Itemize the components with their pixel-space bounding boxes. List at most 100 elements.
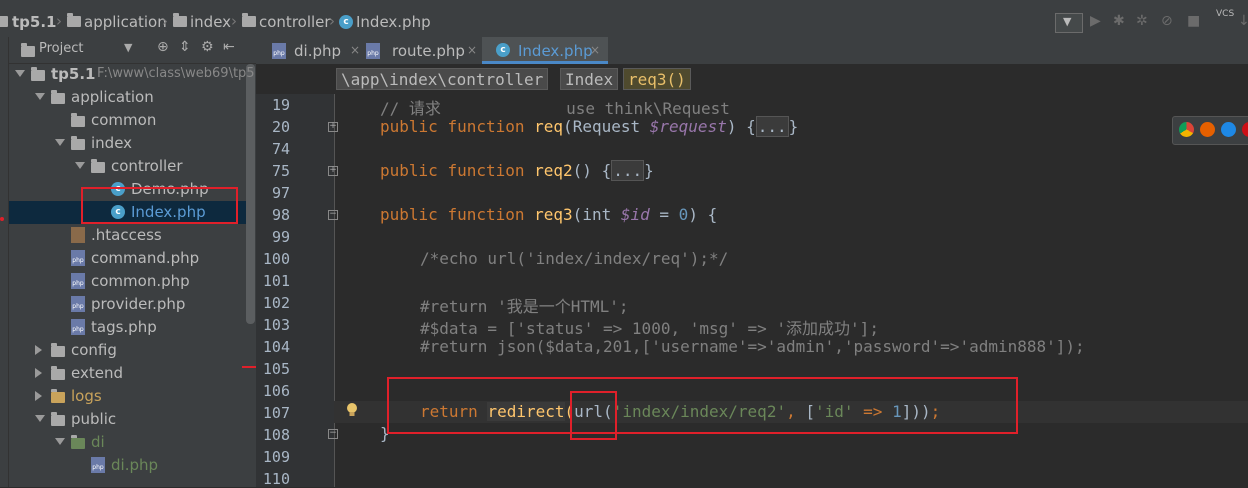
locate-icon[interactable]: ⊕	[157, 39, 169, 55]
coverage-icon[interactable]: ✲	[1136, 13, 1148, 29]
tree-item-label: common.php	[91, 272, 190, 290]
line-number[interactable]: 104	[256, 338, 290, 356]
line-number[interactable]: 20	[256, 118, 290, 136]
fold-collapse-icon[interactable]: −	[328, 210, 338, 220]
chrome-icon[interactable]	[1179, 122, 1194, 137]
fold-expand-icon[interactable]: +	[328, 166, 338, 176]
tree-item[interactable]: extend	[9, 362, 246, 385]
fold-expand-icon[interactable]: +	[328, 122, 338, 132]
chevron-down-icon[interactable]	[55, 139, 65, 146]
breadcrumb-class[interactable]: Index	[560, 68, 619, 90]
firefox-icon[interactable]	[1200, 122, 1215, 137]
chevron-down-icon[interactable]	[35, 415, 45, 422]
function-name: req2	[534, 161, 573, 180]
separator-icon: ›	[231, 12, 237, 30]
tree-item[interactable]: php command.php	[9, 247, 246, 270]
function-name: req3	[534, 205, 573, 224]
chevron-right-icon[interactable]	[35, 345, 42, 355]
comment: #$data = ['status' => 1000, 'msg' => '添加…	[420, 319, 879, 338]
code-line-19[interactable]: // 请求 use think\Request	[340, 95, 730, 119]
close-icon[interactable]: ×	[467, 43, 477, 57]
tree-item[interactable]: .htaccess	[9, 224, 246, 247]
tree-item[interactable]: config	[9, 339, 246, 362]
chevron-down-icon[interactable]	[35, 93, 45, 100]
code-line-108[interactable]: }	[340, 424, 390, 443]
fold-collapse-icon[interactable]: −	[328, 429, 338, 439]
close-icon[interactable]: ×	[590, 43, 600, 57]
tree-item[interactable]: php provider.php	[9, 293, 246, 316]
nav-crumb-index[interactable]: index	[190, 13, 231, 31]
line-number[interactable]: 97	[256, 184, 290, 202]
line-number[interactable]: 109	[256, 448, 290, 466]
line-number[interactable]: 106	[256, 382, 290, 400]
tree-item[interactable]: application	[9, 86, 246, 109]
project-panel-title[interactable]: Project	[39, 41, 83, 56]
folded-code[interactable]: ...	[611, 160, 645, 181]
tree-item[interactable]: index	[9, 132, 246, 155]
tree-item[interactable]: public	[9, 408, 246, 431]
project-scrollbar[interactable]	[246, 64, 255, 324]
code-line-98[interactable]: public function req3(int $id = 0) {	[340, 205, 717, 224]
chevron-down-icon[interactable]: ▼	[124, 41, 132, 54]
line-number[interactable]: 74	[256, 140, 290, 158]
nav-crumb-controller[interactable]: controller	[259, 13, 331, 31]
tree-item[interactable]: php common.php	[9, 270, 246, 293]
chevron-down-icon[interactable]	[75, 162, 85, 169]
line-number[interactable]: 107	[256, 404, 290, 422]
tab-route-php[interactable]: php route.php ×	[366, 37, 484, 64]
code-line-102[interactable]: #return '我是一个HTML';	[340, 293, 629, 317]
tree-item[interactable]: controller	[9, 155, 246, 178]
hide-panel-icon[interactable]: ⇤	[223, 39, 235, 55]
code-line-104[interactable]: #return json($data,201,['username'=>'adm…	[340, 337, 1085, 356]
code-line-75[interactable]: public function req2() {...}	[340, 160, 654, 181]
breadcrumb-method[interactable]: req3()	[623, 68, 691, 90]
line-number[interactable]: 75	[256, 162, 290, 180]
tree-item[interactable]: tp5.1 F:\www\class\web69\tp5	[9, 63, 255, 86]
tab-di-php[interactable]: php di.php ×	[266, 37, 366, 64]
chevron-down-icon[interactable]	[55, 438, 65, 445]
vcs-update-icon[interactable]: ↓	[1238, 13, 1248, 29]
chevron-right-icon[interactable]	[35, 391, 42, 401]
close-icon[interactable]: ×	[350, 43, 360, 57]
tab-index-php[interactable]: c Index.php ×	[482, 37, 608, 64]
line-number[interactable]: 108	[256, 426, 290, 444]
breadcrumb-namespace[interactable]: \app\index\controller	[336, 68, 549, 90]
opera-icon[interactable]	[1242, 122, 1248, 137]
chevron-right-icon[interactable]	[35, 368, 42, 378]
nav-crumb-file[interactable]: Index.php	[356, 13, 431, 31]
tab-label: route.php	[392, 42, 465, 60]
line-number[interactable]: 100	[256, 250, 290, 268]
profile-icon[interactable]: ⊘	[1161, 13, 1173, 29]
nav-crumb-application[interactable]: application	[84, 13, 167, 31]
run-config-dropdown[interactable]: ▼	[1055, 13, 1083, 33]
line-number[interactable]: 98	[256, 206, 290, 224]
safari-icon[interactable]	[1221, 122, 1236, 137]
line-number[interactable]: 105	[256, 360, 290, 378]
collapse-all-icon[interactable]: ⇕	[179, 39, 191, 55]
tree-item-label: config	[71, 341, 117, 359]
line-number[interactable]: 99	[256, 228, 290, 246]
tree-item[interactable]: logs	[9, 385, 246, 408]
code-line-103[interactable]: #$data = ['status' => 1000, 'msg' => '添加…	[340, 315, 879, 339]
code-line-20[interactable]: public function req(Request $request) {.…	[340, 116, 798, 137]
stop-icon[interactable]: ■	[1187, 13, 1200, 29]
tree-item[interactable]: common	[9, 109, 246, 132]
code-line-100[interactable]: /*echo url('index/index/req');*/	[340, 249, 728, 268]
line-number[interactable]: 102	[256, 294, 290, 312]
line-number[interactable]: 103	[256, 316, 290, 334]
vcs-icon[interactable]: VCS	[1216, 9, 1234, 19]
folded-code[interactable]: ...	[755, 116, 789, 137]
run-icon[interactable]: ▶	[1090, 13, 1101, 29]
tree-item[interactable]: php di.php	[9, 454, 246, 477]
line-number[interactable]: 19	[256, 96, 290, 114]
variable: $request	[649, 117, 727, 136]
tree-item-label: controller	[111, 157, 183, 175]
line-number[interactable]: 101	[256, 272, 290, 290]
chevron-down-icon[interactable]	[15, 70, 25, 77]
tree-item[interactable]: di	[9, 431, 246, 454]
debug-icon[interactable]: ✱	[1113, 13, 1125, 29]
settings-gear-icon[interactable]: ⚙	[201, 39, 214, 55]
tree-item[interactable]: php tags.php	[9, 316, 246, 339]
nav-project[interactable]: tp5.1	[12, 13, 56, 31]
line-number[interactable]: 110	[256, 470, 290, 488]
